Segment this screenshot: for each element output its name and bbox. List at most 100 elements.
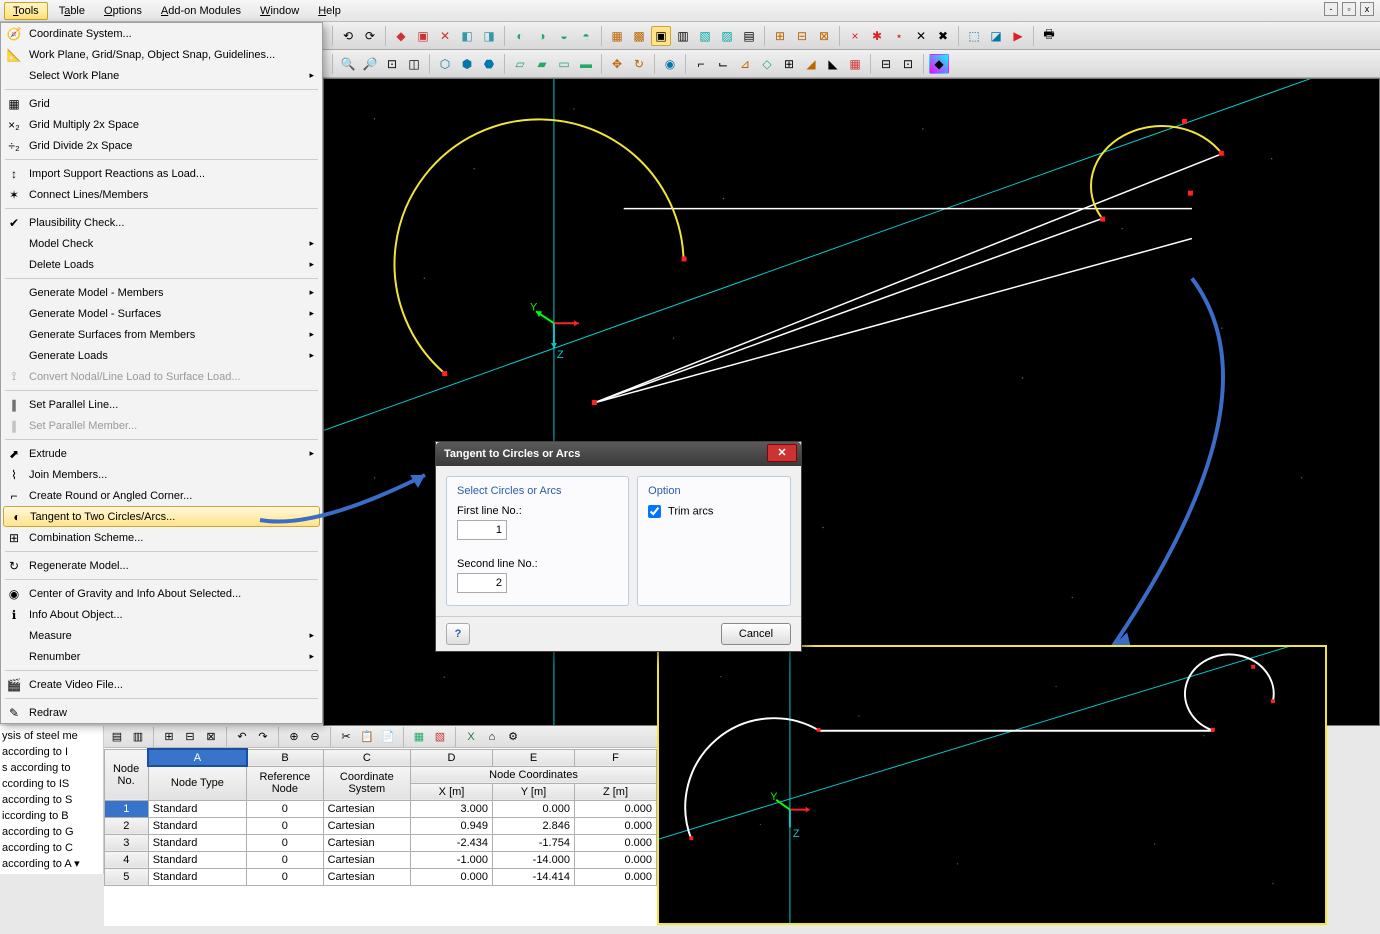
tbl-icon[interactable]: ↷ <box>254 728 272 746</box>
menu-item[interactable]: 📐Work Plane, Grid/Snap, Object Snap, Gui… <box>1 44 322 65</box>
menu-item[interactable]: Generate Model - Surfaces▸ <box>1 303 322 324</box>
measure-icon[interactable]: ✱ <box>867 26 887 46</box>
dialog-title[interactable]: Tangent to Circles or Arcs ✕ <box>436 442 801 466</box>
menu-item[interactable]: Model Check▸ <box>1 233 322 254</box>
menu-item[interactable]: Generate Model - Members▸ <box>1 282 322 303</box>
zoom-icon[interactable]: 🔎 <box>360 54 380 74</box>
tbl-icon[interactable]: ▦ <box>410 728 428 746</box>
dialog-close-icon[interactable]: ✕ <box>767 444 797 462</box>
ext-icon[interactable]: ⊟ <box>876 54 896 74</box>
tbl-icon[interactable]: ▧ <box>431 728 449 746</box>
ext-icon[interactable]: ◢ <box>801 54 821 74</box>
layers-icon[interactable]: ◪ <box>986 26 1006 46</box>
window-restore-icon[interactable]: ▫ <box>1342 2 1356 16</box>
tool-icon[interactable]: ◑ <box>532 26 552 46</box>
nav-back-icon[interactable]: ⟲ <box>338 26 358 46</box>
menu-item[interactable]: ×₂Grid Multiply 2x Space <box>1 114 322 135</box>
rotate-icon[interactable]: ↻ <box>629 54 649 74</box>
tool-icon[interactable]: ◆ <box>391 26 411 46</box>
tbl-icon[interactable]: 📄 <box>379 728 397 746</box>
zoom-fit-icon[interactable]: ⊡ <box>382 54 402 74</box>
measure-icon[interactable]: × <box>845 26 865 46</box>
menu-window[interactable]: Window <box>252 3 307 19</box>
ext-icon[interactable]: ⊿ <box>735 54 755 74</box>
menu-item[interactable]: Measure▸ <box>1 625 322 646</box>
second-line-input[interactable] <box>457 573 507 593</box>
ext-icon[interactable]: ⊡ <box>898 54 918 74</box>
menu-options[interactable]: Options <box>96 3 150 19</box>
menu-item[interactable]: ÷₂Grid Divide 2x Space <box>1 135 322 156</box>
menu-item[interactable]: ⌇Join Members... <box>1 464 322 485</box>
menu-item[interactable]: ◉Center of Gravity and Info About Select… <box>1 583 322 604</box>
menu-tools[interactable]: Tools <box>4 2 48 20</box>
tbl-icon[interactable]: ▥ <box>129 728 147 746</box>
inset-viewport[interactable]: Y Z <box>657 645 1327 925</box>
table-row[interactable]: 5Standard0Cartesian0.000-14.4140.000 <box>105 868 657 885</box>
view-xz-icon[interactable]: ▭ <box>554 54 574 74</box>
tool-icon[interactable]: ◓ <box>576 26 596 46</box>
view-icon[interactable]: ▬ <box>576 54 596 74</box>
tool-icon[interactable]: ◒ <box>554 26 574 46</box>
menu-item[interactable]: Generate Surfaces from Members▸ <box>1 324 322 345</box>
tbl-icon[interactable]: ⊠ <box>202 728 220 746</box>
menu-item[interactable]: ⊞Combination Scheme... <box>1 527 322 548</box>
measure-icon[interactable]: ⋆ <box>889 26 909 46</box>
tbl-icon[interactable]: 📋 <box>358 728 376 746</box>
table-row[interactable]: 3Standard0Cartesian-2.434-1.7540.000 <box>105 834 657 851</box>
menu-item[interactable]: ▦Grid <box>1 93 322 114</box>
tool-icon[interactable]: ◐ <box>510 26 530 46</box>
menu-help[interactable]: Help <box>310 3 349 19</box>
render-icon[interactable]: ▧ <box>695 26 715 46</box>
print-icon[interactable]: 🖶 <box>1039 26 1059 46</box>
table-row[interactable]: 1Standard0Cartesian3.0000.0000.000 <box>105 800 657 817</box>
ext-icon[interactable]: ⌐ <box>691 54 711 74</box>
trim-arcs-checkbox[interactable] <box>648 505 661 518</box>
tbl-icon[interactable]: ▤ <box>108 728 126 746</box>
ext-icon[interactable]: ⊞ <box>779 54 799 74</box>
table-row[interactable]: 2Standard0Cartesian0.9492.8460.000 <box>105 817 657 834</box>
menu-item[interactable]: ℹInfo About Object... <box>1 604 322 625</box>
tbl-icon[interactable]: ⚙ <box>504 728 522 746</box>
view-yz-icon[interactable]: ▰ <box>532 54 552 74</box>
menu-item[interactable]: ◐Tangent to Two Circles/Arcs... <box>3 506 320 527</box>
render-mode-icon[interactable]: ◉ <box>660 54 680 74</box>
menu-item[interactable]: Delete Loads▸ <box>1 254 322 275</box>
menu-table[interactable]: Table <box>51 3 93 19</box>
menu-item[interactable]: ⌐Create Round or Angled Corner... <box>1 485 322 506</box>
view-iso-icon[interactable]: ⬢ <box>457 54 477 74</box>
measure-icon[interactable]: ✕ <box>911 26 931 46</box>
snap-icon[interactable]: ⊠ <box>814 26 834 46</box>
layers-icon[interactable]: ⬚ <box>964 26 984 46</box>
ext-icon[interactable]: ▦ <box>845 54 865 74</box>
ext-icon[interactable]: ◣ <box>823 54 843 74</box>
first-line-input[interactable] <box>457 520 507 540</box>
render-icon[interactable]: ▣ <box>651 26 671 46</box>
flag-icon[interactable]: ▶ <box>1008 26 1028 46</box>
render-icon[interactable]: ▤ <box>739 26 759 46</box>
tbl-icon[interactable]: ⊞ <box>160 728 178 746</box>
tool-icon[interactable]: ◨ <box>479 26 499 46</box>
snap-icon[interactable]: ⊟ <box>792 26 812 46</box>
render-icon[interactable]: ▥ <box>673 26 693 46</box>
menu-item[interactable]: ✶Connect Lines/Members <box>1 184 322 205</box>
ext-icon[interactable]: ⌙ <box>713 54 733 74</box>
menu-item[interactable]: Generate Loads▸ <box>1 345 322 366</box>
tool-icon[interactable]: ◧ <box>457 26 477 46</box>
table-row[interactable]: 4Standard0Cartesian-1.000-14.0000.000 <box>105 851 657 868</box>
tool-icon[interactable]: ▣ <box>413 26 433 46</box>
render-icon[interactable]: ▨ <box>717 26 737 46</box>
trim-arcs-label[interactable]: Trim arcs <box>648 505 780 518</box>
tbl-icon[interactable]: ⊟ <box>181 728 199 746</box>
tbl-icon[interactable]: ✂ <box>337 728 355 746</box>
tool-icon[interactable]: ✕ <box>435 26 455 46</box>
move-icon[interactable]: ✥ <box>607 54 627 74</box>
menu-item[interactable]: ↻Regenerate Model... <box>1 555 322 576</box>
tbl-icon[interactable]: ⊕ <box>285 728 303 746</box>
menu-item[interactable]: 🎬Create Video File... <box>1 674 322 695</box>
ext-icon[interactable]: ◇ <box>757 54 777 74</box>
menu-item[interactable]: ∥Set Parallel Line... <box>1 394 322 415</box>
view-iso-icon[interactable]: ⬣ <box>479 54 499 74</box>
view-iso-icon[interactable]: ⬡ <box>435 54 455 74</box>
tbl-icon[interactable]: ⌂ <box>483 728 501 746</box>
nodes-table[interactable]: Node No.ABCDEFNode TypeReference NodeCoo… <box>104 748 657 886</box>
